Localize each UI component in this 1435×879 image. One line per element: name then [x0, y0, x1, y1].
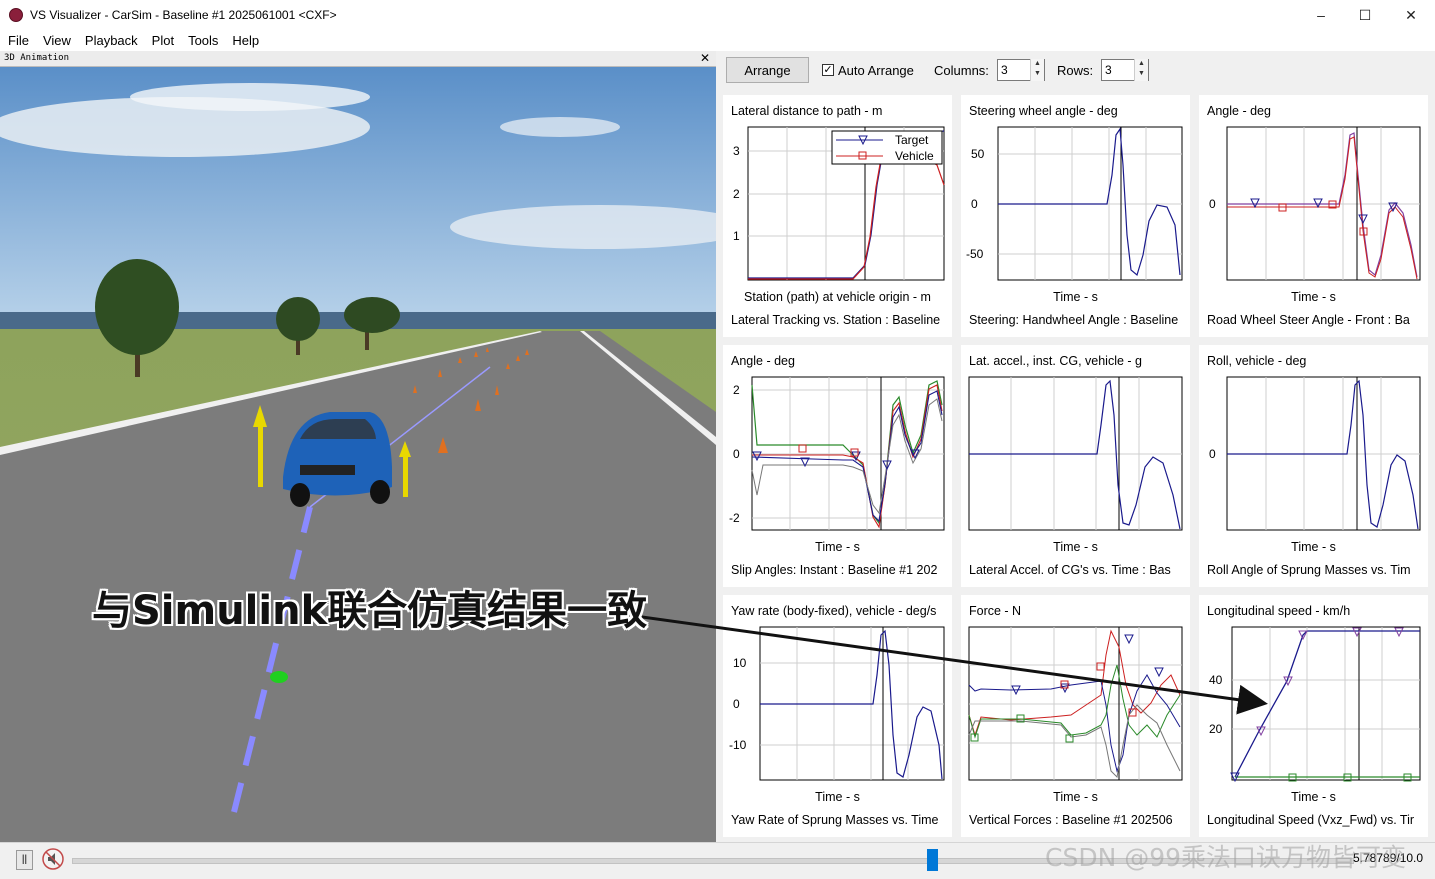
annotation-text: 与Simulink联合仿真结果一致 — [92, 588, 648, 634]
watermark: CSDN @99乘法口诀万物皆可变 — [1045, 843, 1407, 872]
playback-slider-thumb[interactable] — [927, 849, 938, 871]
mute-icon[interactable] — [42, 848, 64, 870]
pause-button[interactable]: || — [16, 850, 33, 870]
annotation-arrow — [627, 613, 1268, 715]
